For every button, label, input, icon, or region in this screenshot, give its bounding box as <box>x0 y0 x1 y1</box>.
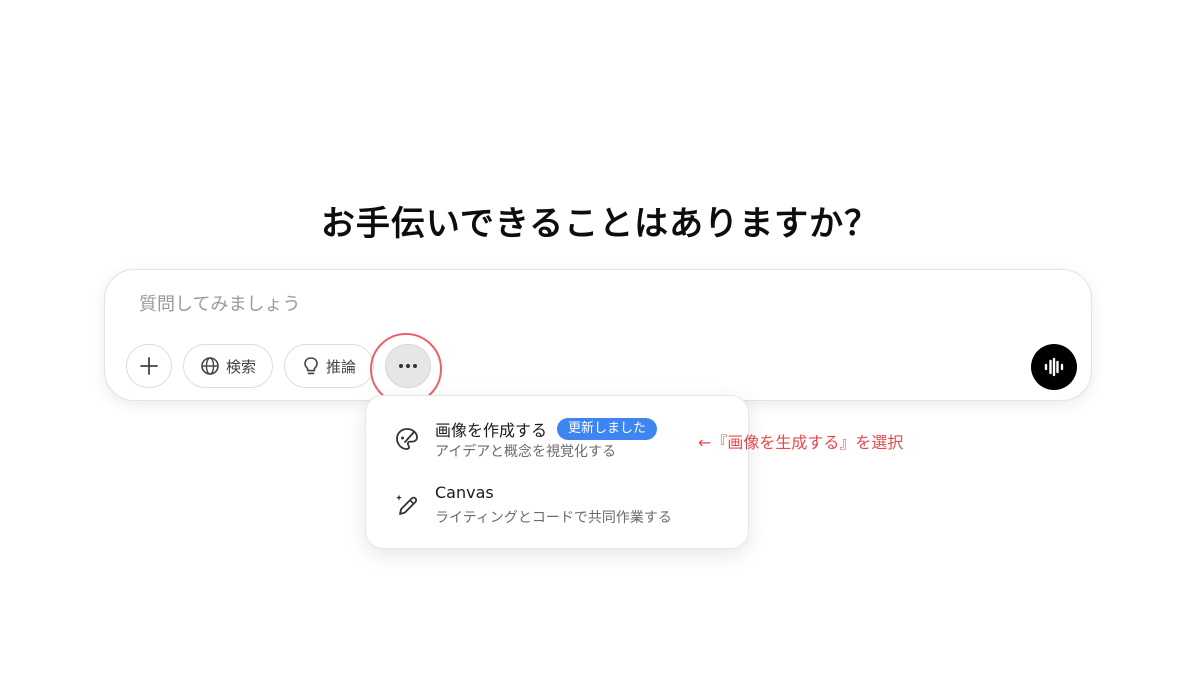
menu-item-title: 画像を作成する 更新しました <box>435 417 658 441</box>
instruction-annotation: ←『画像を生成する』を選択 <box>698 433 904 452</box>
tools-menu: 画像を作成する 更新しました アイデアと概念を視覚化する Canvas ライティ… <box>365 395 749 549</box>
create-image-subtitle: アイデアと概念を視覚化する <box>435 444 617 460</box>
menu-item-create-image[interactable]: 画像を作成する 更新しました アイデアと概念を視覚化する <box>374 408 740 468</box>
reason-button[interactable]: 推論 <box>284 344 374 388</box>
pen-sparkle-icon <box>396 494 418 515</box>
globe-icon <box>201 357 219 375</box>
canvas-subtitle: ライティングとコードで共同作業する <box>435 510 672 526</box>
prompt-input[interactable] <box>139 290 939 318</box>
page-heading: お手伝いできることはありますか？ <box>320 204 880 244</box>
add-attachment-button[interactable] <box>126 344 172 388</box>
plus-icon <box>140 357 158 375</box>
voice-mode-button[interactable] <box>1031 344 1077 390</box>
lightbulb-icon <box>304 357 318 375</box>
composer: 検索 推論 <box>104 269 1092 401</box>
updated-badge: 更新しました <box>557 418 658 440</box>
paint-palette-icon <box>396 428 418 450</box>
search-button[interactable]: 検索 <box>183 344 273 388</box>
search-button-label: 検索 <box>225 357 256 376</box>
reason-button-label: 推論 <box>325 357 356 376</box>
canvas-title: Canvas <box>435 483 494 502</box>
create-image-title: 画像を作成する <box>435 421 548 440</box>
waveform-icon <box>1044 357 1064 377</box>
menu-item-canvas[interactable]: Canvas ライティングとコードで共同作業する <box>374 474 740 534</box>
